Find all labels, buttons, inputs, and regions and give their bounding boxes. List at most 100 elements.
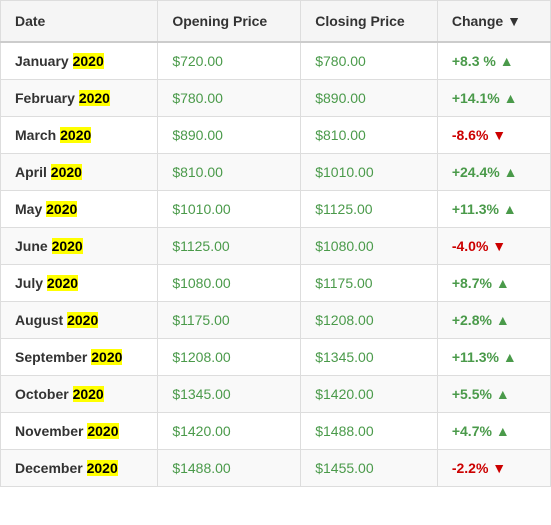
date-cell: July 2020	[1, 265, 158, 302]
arrow-up-icon: ▲	[500, 90, 518, 106]
date-cell: June 2020	[1, 228, 158, 265]
arrow-up-icon: ▲	[492, 386, 510, 402]
closing-price-cell: $1208.00	[301, 302, 438, 339]
table-row: February 2020$780.00$890.00+14.1% ▲	[1, 80, 551, 117]
table-row: August 2020$1175.00$1208.00+2.8% ▲	[1, 302, 551, 339]
date-cell: October 2020	[1, 376, 158, 413]
arrow-up-icon: ▲	[499, 201, 517, 217]
year-highlight: 2020	[91, 349, 122, 365]
change-value: +8.7%	[452, 275, 492, 291]
table-row: June 2020$1125.00$1080.00-4.0% ▼	[1, 228, 551, 265]
closing-price-cell: $1125.00	[301, 191, 438, 228]
change-value: +14.1%	[452, 90, 500, 106]
price-table: Date Opening Price Closing Price Change …	[0, 0, 551, 487]
change-cell: -4.0% ▼	[437, 228, 550, 265]
opening-price-cell: $1208.00	[158, 339, 301, 376]
opening-price-header: Opening Price	[158, 1, 301, 43]
change-value: -8.6%	[452, 127, 489, 143]
table-row: September 2020$1208.00$1345.00+11.3% ▲	[1, 339, 551, 376]
date-cell: September 2020	[1, 339, 158, 376]
year-highlight: 2020	[46, 201, 77, 217]
arrow-up-icon: ▲	[496, 53, 514, 69]
closing-price-cell: $1455.00	[301, 450, 438, 487]
table-row: November 2020$1420.00$1488.00+4.7% ▲	[1, 413, 551, 450]
year-highlight: 2020	[60, 127, 91, 143]
change-cell: +4.7% ▲	[437, 413, 550, 450]
opening-price-cell: $1488.00	[158, 450, 301, 487]
date-cell: February 2020	[1, 80, 158, 117]
closing-price-cell: $1420.00	[301, 376, 438, 413]
year-highlight: 2020	[73, 386, 104, 402]
arrow-up-icon: ▲	[499, 349, 517, 365]
change-cell: +8.7% ▲	[437, 265, 550, 302]
change-value: +5.5%	[452, 386, 492, 402]
change-cell: +11.3% ▲	[437, 339, 550, 376]
change-value: +11.3%	[452, 201, 499, 217]
year-highlight: 2020	[87, 460, 118, 476]
year-highlight: 2020	[47, 275, 78, 291]
date-cell: August 2020	[1, 302, 158, 339]
table-row: March 2020$890.00$810.00-8.6% ▼	[1, 117, 551, 154]
closing-price-cell: $780.00	[301, 42, 438, 80]
date-cell: April 2020	[1, 154, 158, 191]
closing-price-cell: $1488.00	[301, 413, 438, 450]
opening-price-cell: $1125.00	[158, 228, 301, 265]
change-value: -2.2%	[452, 460, 489, 476]
opening-price-cell: $1345.00	[158, 376, 301, 413]
opening-price-cell: $780.00	[158, 80, 301, 117]
table-row: July 2020$1080.00$1175.00+8.7% ▲	[1, 265, 551, 302]
change-value: +2.8%	[452, 312, 492, 328]
arrow-down-icon: ▼	[488, 127, 506, 143]
change-value: -4.0%	[452, 238, 489, 254]
change-value: +8.3 %	[452, 53, 496, 69]
date-cell: January 2020	[1, 42, 158, 80]
change-cell: +14.1% ▲	[437, 80, 550, 117]
closing-price-cell: $1080.00	[301, 228, 438, 265]
year-highlight: 2020	[87, 423, 118, 439]
arrow-up-icon: ▲	[492, 312, 510, 328]
table-row: January 2020$720.00$780.00+8.3 % ▲	[1, 42, 551, 80]
closing-price-cell: $1345.00	[301, 339, 438, 376]
year-highlight: 2020	[73, 53, 104, 69]
arrow-up-icon: ▲	[500, 164, 518, 180]
arrow-down-icon: ▼	[488, 238, 506, 254]
opening-price-cell: $810.00	[158, 154, 301, 191]
opening-price-cell: $720.00	[158, 42, 301, 80]
opening-price-cell: $1080.00	[158, 265, 301, 302]
table-row: December 2020$1488.00$1455.00-2.2% ▼	[1, 450, 551, 487]
change-cell: -8.6% ▼	[437, 117, 550, 154]
date-cell: December 2020	[1, 450, 158, 487]
change-cell: -2.2% ▼	[437, 450, 550, 487]
date-cell: May 2020	[1, 191, 158, 228]
change-cell: +5.5% ▲	[437, 376, 550, 413]
change-value: +11.3%	[452, 349, 499, 365]
change-header: Change ▼	[437, 1, 550, 43]
year-highlight: 2020	[52, 238, 83, 254]
change-cell: +24.4% ▲	[437, 154, 550, 191]
closing-price-cell: $890.00	[301, 80, 438, 117]
change-value: +4.7%	[452, 423, 492, 439]
closing-price-cell: $1010.00	[301, 154, 438, 191]
change-value: +24.4%	[452, 164, 500, 180]
arrow-up-icon: ▲	[492, 275, 510, 291]
opening-price-cell: $1175.00	[158, 302, 301, 339]
table-row: October 2020$1345.00$1420.00+5.5% ▲	[1, 376, 551, 413]
opening-price-cell: $890.00	[158, 117, 301, 154]
arrow-up-icon: ▲	[492, 423, 510, 439]
table-row: May 2020$1010.00$1125.00+11.3% ▲	[1, 191, 551, 228]
change-cell: +2.8% ▲	[437, 302, 550, 339]
change-cell: +8.3 % ▲	[437, 42, 550, 80]
change-cell: +11.3% ▲	[437, 191, 550, 228]
date-cell: March 2020	[1, 117, 158, 154]
table-row: April 2020$810.00$1010.00+24.4% ▲	[1, 154, 551, 191]
closing-price-cell: $810.00	[301, 117, 438, 154]
arrow-down-icon: ▼	[488, 460, 506, 476]
closing-price-header: Closing Price	[301, 1, 438, 43]
opening-price-cell: $1420.00	[158, 413, 301, 450]
date-cell: November 2020	[1, 413, 158, 450]
year-highlight: 2020	[51, 164, 82, 180]
year-highlight: 2020	[79, 90, 110, 106]
closing-price-cell: $1175.00	[301, 265, 438, 302]
opening-price-cell: $1010.00	[158, 191, 301, 228]
table-header-row: Date Opening Price Closing Price Change …	[1, 1, 551, 43]
